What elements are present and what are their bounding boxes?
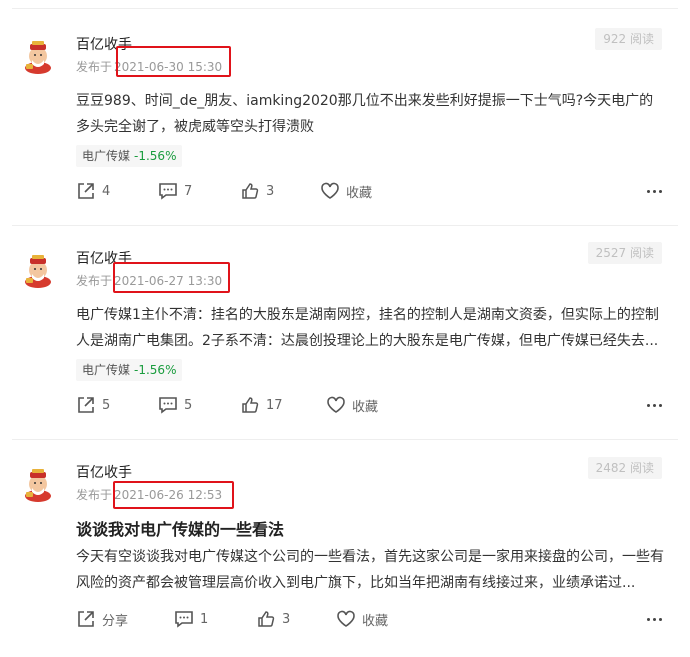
- share-button[interactable]: 4: [76, 180, 110, 202]
- like-button[interactable]: 3: [240, 180, 274, 202]
- comment-icon: [175, 611, 193, 628]
- comment-count: 7: [184, 183, 193, 199]
- share-icon: [78, 183, 94, 199]
- action-bar: 分享 1 3 收藏: [76, 608, 662, 630]
- post-title[interactable]: 谈谈我对电广传媒的一些看法: [76, 516, 284, 540]
- thumbs-up-icon: [258, 611, 275, 627]
- post-card: 百亿收手 发布于 2021-06-26 12:53 2482 阅读 谈谈我对电广传…: [12, 438, 678, 656]
- read-count-badge: 2482 阅读: [587, 457, 662, 479]
- stock-tag[interactable]: 电广传媒 -1.56%: [76, 359, 183, 381]
- comment-icon: [159, 397, 177, 414]
- more-dots-icon[interactable]: [644, 180, 662, 202]
- stock-tag[interactable]: 电广传媒 -1.56%: [76, 145, 183, 167]
- post-content[interactable]: 电广传媒1主仆不清：挂名的大股东是湖南网控，挂名的控制人是湖南文资委，但实际上的…: [76, 302, 666, 354]
- favorite-label: 收藏: [362, 613, 389, 629]
- author-name[interactable]: 百亿收手: [76, 462, 132, 482]
- heart-icon: [327, 396, 345, 413]
- like-count: 17: [266, 397, 283, 413]
- avatar[interactable]: [20, 38, 56, 74]
- favorite-button[interactable]: 收藏: [336, 608, 388, 630]
- share-count: 5: [102, 397, 111, 413]
- comment-icon: [159, 183, 177, 200]
- share-icon: [78, 611, 94, 627]
- heart-icon: [337, 610, 355, 627]
- share-count: 4: [102, 183, 111, 199]
- favorite-button[interactable]: 收藏: [320, 180, 372, 202]
- post-content[interactable]: 豆豆989、时间_de_朋友、iamking2020那几位不出来发些利好提振一下…: [76, 88, 666, 140]
- thumbs-up-icon: [242, 183, 259, 199]
- stock-name: 电广传媒: [82, 149, 131, 163]
- post-card: 百亿收手 发布于 2021-06-30 15:30 922 阅读 豆豆989、时间…: [12, 8, 678, 226]
- share-button[interactable]: 5: [76, 394, 110, 416]
- comment-button[interactable]: 7: [158, 180, 192, 202]
- read-count-badge: 922 阅读: [595, 28, 662, 50]
- action-bar: 5 5 17 收藏: [76, 394, 662, 416]
- like-count: 3: [282, 611, 291, 627]
- publish-prefix: 发布于: [76, 274, 113, 288]
- avatar[interactable]: [20, 252, 56, 288]
- time-highlight-box: [113, 262, 230, 293]
- more-dots-icon[interactable]: [644, 608, 662, 630]
- favorite-button[interactable]: 收藏: [326, 394, 378, 416]
- post-card: 百亿收手 发布于 2021-06-27 13:30 2527 阅读 电广传媒1主仆…: [12, 222, 678, 440]
- comment-count: 5: [184, 397, 193, 413]
- heart-icon: [321, 182, 339, 199]
- favorite-label: 收藏: [346, 185, 373, 201]
- stock-change: -1.56%: [134, 363, 177, 377]
- more-dots-icon[interactable]: [644, 394, 662, 416]
- post-content[interactable]: 今天有空谈谈我对电广传媒这个公司的一些看法，首先这家公司是一家用来接盘的公司，一…: [76, 544, 666, 596]
- favorite-label: 收藏: [352, 399, 379, 415]
- action-bar: 4 7 3 收藏: [76, 180, 662, 202]
- stock-name: 电广传媒: [82, 363, 131, 377]
- time-highlight-box: [116, 46, 231, 77]
- share-icon: [78, 397, 94, 413]
- thumbs-up-icon: [242, 397, 259, 413]
- share-label: 分享: [102, 613, 129, 629]
- publish-prefix: 发布于: [76, 60, 113, 74]
- comment-button[interactable]: 1: [174, 608, 208, 630]
- like-button[interactable]: 3: [256, 608, 290, 630]
- comment-count: 1: [200, 611, 209, 627]
- like-count: 3: [266, 183, 275, 199]
- like-button[interactable]: 17: [240, 394, 283, 416]
- share-button[interactable]: 分享: [76, 608, 128, 630]
- avatar[interactable]: [20, 466, 56, 502]
- read-count-badge: 2527 阅读: [587, 242, 662, 264]
- publish-prefix: 发布于: [76, 488, 113, 502]
- comment-button[interactable]: 5: [158, 394, 192, 416]
- stock-change: -1.56%: [134, 149, 177, 163]
- time-highlight-box: [113, 481, 234, 509]
